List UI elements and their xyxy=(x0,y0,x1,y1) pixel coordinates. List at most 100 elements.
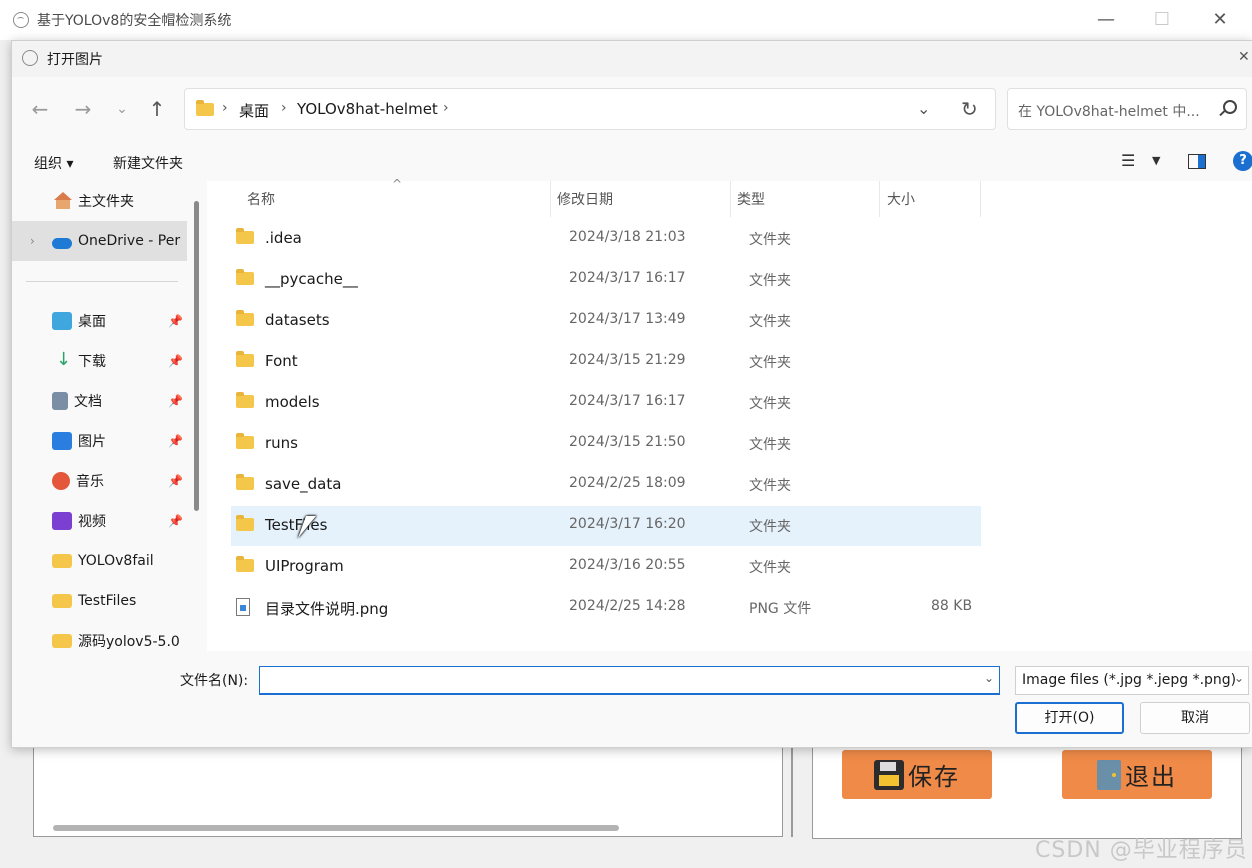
folder-icon xyxy=(236,228,254,244)
breadcrumb-desktop[interactable]: 桌面 xyxy=(239,100,269,121)
file-row[interactable]: TestFiles 2024/3/17 16:20 文件夹 xyxy=(231,506,981,546)
file-size: 88 KB xyxy=(931,598,973,614)
file-row[interactable]: models 2024/3/17 16:17 文件夹 xyxy=(231,383,981,423)
file-type-chevron-icon[interactable]: ⌄ xyxy=(1234,671,1244,685)
cancel-button[interactable]: 取消 xyxy=(1140,702,1250,734)
recent-locations-chevron-icon[interactable]: ⌄ xyxy=(110,97,134,121)
home-icon xyxy=(52,192,72,210)
image-file-icon xyxy=(236,598,250,616)
pin-icon[interactable]: 📌 xyxy=(168,514,183,528)
file-row[interactable]: save_data 2024/2/25 18:09 文件夹 xyxy=(231,465,981,505)
file-modified: 2024/2/25 14:28 xyxy=(569,598,686,614)
sidebar-item-music[interactable]: 音乐 📌 xyxy=(12,461,187,501)
maximize-button[interactable]: ☐ xyxy=(1142,6,1182,34)
save-button-label: 保存 xyxy=(908,763,960,791)
sidebar-item-pictures[interactable]: 图片 📌 xyxy=(12,421,187,461)
file-row[interactable]: Font 2024/3/15 21:29 文件夹 xyxy=(231,342,981,382)
up-arrow-icon[interactable]: ↑ xyxy=(145,97,169,121)
sidebar-item-label: 音乐 xyxy=(76,474,104,490)
exit-door-icon xyxy=(1097,759,1121,790)
sidebar-item-label: 视频 xyxy=(78,514,106,530)
sidebar-item-testfiles[interactable]: TestFiles xyxy=(12,581,187,621)
nav-separator xyxy=(26,281,178,282)
back-arrow-icon[interactable]: ← xyxy=(28,97,52,121)
open-button[interactable]: 打开(O) xyxy=(1015,702,1124,734)
file-row[interactable]: datasets 2024/3/17 13:49 文件夹 xyxy=(231,301,981,341)
file-type: 文件夹 xyxy=(749,478,791,494)
file-type: PNG 文件 xyxy=(749,601,812,617)
file-row[interactable]: 目录文件说明.png 2024/2/25 14:28 PNG 文件 88 KB xyxy=(231,588,981,628)
sidebar-item-home[interactable]: 主文件夹 xyxy=(12,181,187,221)
file-modified: 2024/3/15 21:29 xyxy=(569,352,686,368)
minimize-button[interactable]: — xyxy=(1086,6,1126,34)
sidebar-item-yolov8fail[interactable]: YOLOv8fail xyxy=(12,541,187,581)
file-name: Font xyxy=(265,352,298,370)
sidebar-item-desktop[interactable]: 桌面 📌 xyxy=(12,301,187,341)
column-header-size[interactable]: 大小 xyxy=(887,189,915,209)
sidebar-item-onedrive[interactable]: › OneDrive - Per xyxy=(12,221,187,261)
forward-arrow-icon[interactable]: → xyxy=(71,97,95,121)
folder-icon xyxy=(52,554,72,568)
preview-pane-icon[interactable] xyxy=(1188,154,1206,169)
file-modified: 2024/3/17 13:49 xyxy=(569,311,686,327)
folder-icon xyxy=(236,269,254,285)
save-button[interactable]: 保存 xyxy=(842,750,992,799)
refresh-icon[interactable]: ↻ xyxy=(961,97,978,121)
folder-icon xyxy=(236,392,254,408)
column-separator[interactable] xyxy=(879,181,880,217)
dialog-close-icon[interactable]: ✕ xyxy=(1238,49,1250,65)
sidebar-item-downloads[interactable]: 下载 📌 xyxy=(12,341,187,381)
file-row[interactable]: runs 2024/3/15 21:50 文件夹 xyxy=(231,424,981,464)
exit-button[interactable]: 退出 xyxy=(1062,750,1212,799)
file-type: 文件夹 xyxy=(749,560,791,576)
pin-icon[interactable]: 📌 xyxy=(168,394,183,408)
filename-input[interactable] xyxy=(259,666,1000,695)
file-row[interactable]: .idea 2024/3/18 21:03 文件夹 xyxy=(231,219,981,259)
pin-icon[interactable]: 📌 xyxy=(168,354,183,368)
breadcrumb-separator[interactable]: › xyxy=(222,100,228,116)
file-list: 名称 ^ 修改日期 类型 大小 .idea 2024/3/18 21:03 文件… xyxy=(207,177,1252,651)
column-separator[interactable] xyxy=(980,181,981,217)
pin-icon[interactable]: 📌 xyxy=(168,474,183,488)
view-menu-icon[interactable]: ☰ xyxy=(1121,151,1135,170)
address-bar[interactable]: › 桌面 › YOLOv8hat-helmet › ⌄ ↻ xyxy=(184,88,996,130)
column-header-modified[interactable]: 修改日期 xyxy=(557,189,613,209)
column-separator[interactable] xyxy=(730,181,731,217)
new-folder-button[interactable]: 新建文件夹 xyxy=(113,153,183,173)
file-row[interactable]: __pycache__ 2024/3/17 16:17 文件夹 xyxy=(231,260,981,300)
pin-icon[interactable]: 📌 xyxy=(168,434,183,448)
file-row[interactable]: UIProgram 2024/3/16 20:55 文件夹 xyxy=(231,547,981,587)
panel-divider xyxy=(791,745,793,837)
column-header-type[interactable]: 类型 xyxy=(737,189,765,209)
breadcrumb-separator[interactable]: › xyxy=(281,100,287,116)
folder-icon xyxy=(236,556,254,572)
sort-ascending-icon: ^ xyxy=(392,177,403,191)
breadcrumb-project-folder[interactable]: YOLOv8hat-helmet xyxy=(297,100,438,118)
address-dropdown-chevron-icon[interactable]: ⌄ xyxy=(917,99,930,118)
file-name: runs xyxy=(265,434,298,452)
help-icon[interactable]: ? xyxy=(1233,151,1252,171)
sidebar-item-label: 桌面 xyxy=(78,314,106,330)
expander-chevron-icon[interactable]: › xyxy=(30,234,35,248)
close-button[interactable]: ✕ xyxy=(1200,6,1240,34)
organize-menu-button[interactable]: 组织 ▾ xyxy=(34,153,73,173)
sidebar-item-documents[interactable]: 文档 📌 xyxy=(12,381,187,421)
save-disk-icon xyxy=(874,759,904,790)
file-modified: 2024/2/25 18:09 xyxy=(569,475,686,491)
column-header-name[interactable]: 名称 xyxy=(247,189,275,209)
sidebar-item-videos[interactable]: 视频 📌 xyxy=(12,501,187,541)
pin-icon[interactable]: 📌 xyxy=(168,314,183,328)
breadcrumb-separator[interactable]: › xyxy=(443,100,449,116)
column-separator[interactable] xyxy=(550,181,551,217)
file-type-select[interactable]: Image files (*.jpg *.jepg *.png) xyxy=(1015,666,1249,695)
sidebar-item-yolov5-source[interactable]: 源码yolov5-5.0 xyxy=(12,621,187,651)
sidebar-item-label: 主文件夹 xyxy=(78,194,134,210)
view-caret-icon[interactable]: ▼ xyxy=(1152,154,1160,167)
sidebar-item-label: TestFiles xyxy=(78,593,137,609)
search-icon[interactable] xyxy=(1223,100,1237,114)
nav-scrollbar[interactable] xyxy=(194,201,199,511)
search-box[interactable]: 在 YOLOv8hat-helmet 中... xyxy=(1007,88,1247,130)
horizontal-scrollbar[interactable] xyxy=(53,825,619,831)
filename-history-chevron-icon[interactable]: ⌄ xyxy=(984,671,994,685)
filename-label: 文件名(N): xyxy=(180,673,249,689)
